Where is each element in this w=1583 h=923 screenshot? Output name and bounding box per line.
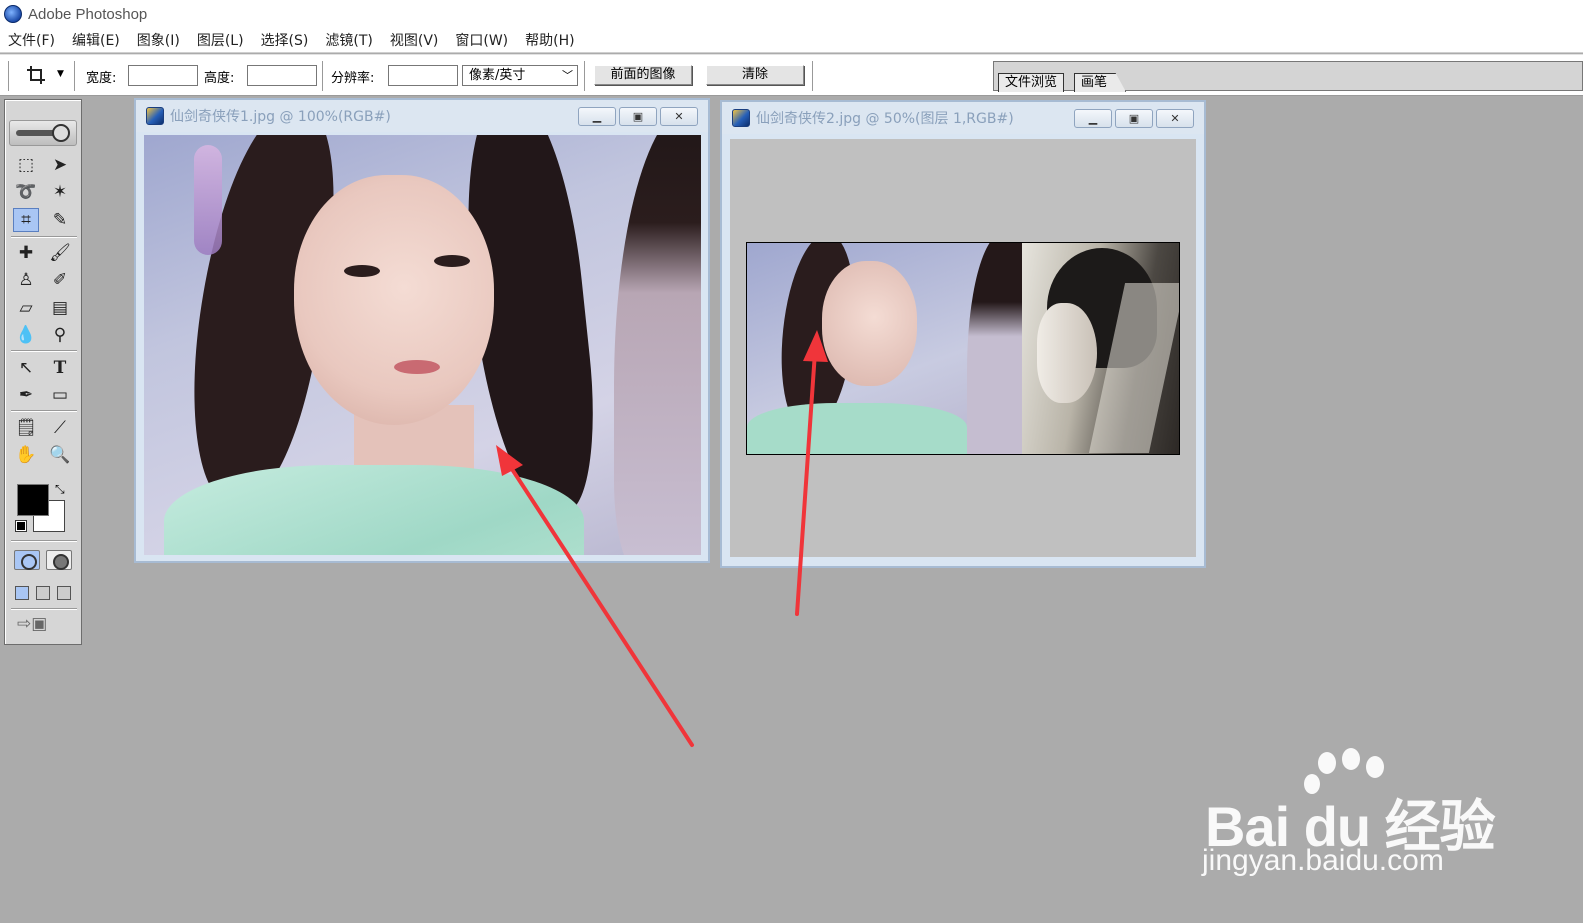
resolution-unit-value: 像素/英寸 bbox=[469, 68, 526, 83]
shape-icon[interactable]: ▭ bbox=[47, 383, 73, 407]
width-label: 宽度: bbox=[86, 71, 117, 86]
document-window-1[interactable]: 仙剑奇侠传1.jpg @ 100%(RGB#) ▁ ▣ ✕ bbox=[134, 98, 710, 563]
height-label: 高度: bbox=[204, 71, 235, 86]
menu-select[interactable]: 选择(S) bbox=[261, 30, 309, 50]
menu-help[interactable]: 帮助(H) bbox=[525, 30, 574, 50]
menu-filter[interactable]: 滤镜(T) bbox=[325, 30, 372, 50]
full-screen-mode-button[interactable] bbox=[57, 586, 71, 600]
options-separator bbox=[74, 61, 76, 91]
crop-tool-preset-icon[interactable] bbox=[26, 65, 46, 85]
maximize-button[interactable]: ▣ bbox=[1115, 109, 1153, 128]
clear-button[interactable]: 清除 bbox=[706, 65, 804, 85]
photoshop-app-icon bbox=[4, 5, 22, 23]
document-icon bbox=[732, 109, 750, 127]
full-screen-menu-mode-button[interactable] bbox=[36, 586, 50, 600]
close-button[interactable]: ✕ bbox=[660, 107, 698, 126]
baidu-jingyan-watermark: Bai du 经验 jingyan.baidu.com bbox=[1200, 748, 1496, 887]
standard-mode-button[interactable] bbox=[14, 550, 40, 570]
tab-brushes[interactable]: 画笔 bbox=[1074, 73, 1127, 92]
palette-well: 文件浏览 画笔 bbox=[993, 61, 1583, 92]
pen-icon[interactable]: ✒ bbox=[13, 383, 39, 407]
toolbox-divider bbox=[11, 608, 77, 610]
options-separator bbox=[584, 61, 586, 91]
history-brush-icon[interactable]: ✐ bbox=[47, 268, 73, 292]
standard-screen-mode-button[interactable] bbox=[15, 586, 29, 600]
menu-edit[interactable]: 编辑(E) bbox=[72, 30, 120, 50]
width-input[interactable] bbox=[128, 65, 198, 86]
type-icon[interactable]: T bbox=[47, 356, 73, 380]
dodge-icon[interactable]: ⚲ bbox=[47, 323, 73, 347]
document-image-1[interactable] bbox=[144, 135, 701, 555]
title-bar: Adobe Photoshop bbox=[0, 0, 1583, 28]
eraser-icon[interactable]: ▱ bbox=[13, 296, 39, 320]
menu-bar: 文件(F) 编辑(E) 图象(I) 图层(L) 选择(S) 滤镜(T) 视图(V… bbox=[0, 28, 1583, 53]
adobe-online-button[interactable] bbox=[9, 120, 77, 146]
gradient-icon[interactable]: ▤ bbox=[47, 296, 73, 320]
minimize-button[interactable]: ▁ bbox=[578, 107, 616, 126]
menu-window[interactable]: 窗口(W) bbox=[455, 30, 508, 50]
document-title: 仙剑奇侠传2.jpg @ 50%(图层 1,RGB#) bbox=[756, 111, 1014, 127]
minimize-button[interactable]: ▁ bbox=[1074, 109, 1112, 128]
document-window-2[interactable]: 仙剑奇侠传2.jpg @ 50%(图层 1,RGB#) ▁ ▣ ✕ bbox=[720, 100, 1206, 568]
quick-mask-button[interactable] bbox=[46, 550, 72, 570]
window-controls: ▁ ▣ ✕ bbox=[578, 107, 698, 126]
toolbox: ⬚ ➤ ➰ ✶ ⌗ ✎ ✚ 🖌 ♙ ✐ ▱ ▤ 💧 ⚲ ↖ T ✒ ▭ 🗒 ⟋ … bbox=[4, 99, 82, 645]
path-selection-icon[interactable]: ↖ bbox=[13, 356, 39, 380]
clone-stamp-icon[interactable]: ♙ bbox=[13, 268, 39, 292]
healing-brush-icon[interactable]: ✚ bbox=[13, 241, 39, 265]
magic-wand-icon[interactable]: ✶ bbox=[47, 180, 73, 204]
resolution-unit-select[interactable]: 像素/英寸 ﹀ bbox=[462, 65, 578, 86]
zoom-icon[interactable]: 🔍 bbox=[47, 443, 73, 467]
tool-preset-dropdown-icon[interactable]: ▼ bbox=[57, 69, 64, 79]
swap-colors-icon[interactable]: ⤡ bbox=[55, 482, 65, 497]
height-input[interactable] bbox=[247, 65, 317, 86]
jump-to-imageready-button[interactable]: ⇨▣ bbox=[17, 614, 71, 636]
lasso-icon[interactable]: ➰ bbox=[13, 180, 39, 204]
options-separator bbox=[812, 61, 814, 91]
menu-view[interactable]: 视图(V) bbox=[390, 30, 439, 50]
hand-icon[interactable]: ✋ bbox=[13, 443, 39, 467]
front-image-button[interactable]: 前面的图像 bbox=[594, 65, 692, 85]
brush-icon[interactable]: 🖌 bbox=[47, 241, 73, 265]
document-icon bbox=[146, 107, 164, 125]
blur-icon[interactable]: 💧 bbox=[13, 323, 39, 347]
resolution-label: 分辨率: bbox=[331, 71, 375, 86]
paw-logo-icon bbox=[1318, 752, 1336, 774]
close-button[interactable]: ✕ bbox=[1156, 109, 1194, 128]
resolution-input[interactable] bbox=[388, 65, 458, 86]
slice-icon[interactable]: ✎ bbox=[47, 208, 73, 232]
eyedropper-icon[interactable]: ⟋ bbox=[47, 416, 73, 440]
toolbox-divider bbox=[11, 410, 77, 412]
watermark-domain: jingyan.baidu.com bbox=[1202, 844, 1444, 877]
toolbox-divider bbox=[11, 540, 77, 542]
menu-image[interactable]: 图象(I) bbox=[137, 30, 180, 50]
maximize-button[interactable]: ▣ bbox=[619, 107, 657, 126]
options-bar-grip[interactable] bbox=[8, 61, 12, 91]
foreground-color-swatch[interactable] bbox=[17, 484, 49, 516]
document-image-2[interactable] bbox=[746, 242, 1180, 455]
notes-icon[interactable]: 🗒 bbox=[13, 416, 39, 440]
options-separator bbox=[322, 61, 324, 91]
window-controls: ▁ ▣ ✕ bbox=[1074, 109, 1194, 128]
crop-icon[interactable]: ⌗ bbox=[13, 208, 39, 232]
chevron-down-icon: ﹀ bbox=[562, 69, 573, 82]
tab-file-browser[interactable]: 文件浏览 bbox=[998, 73, 1065, 92]
menu-file[interactable]: 文件(F) bbox=[8, 30, 55, 50]
toolbox-divider bbox=[11, 236, 77, 238]
move-icon[interactable]: ➤ bbox=[47, 153, 73, 177]
toolbox-divider bbox=[11, 350, 77, 352]
default-colors-icon[interactable] bbox=[15, 520, 27, 532]
menu-layer[interactable]: 图层(L) bbox=[197, 30, 244, 50]
marquee-icon[interactable]: ⬚ bbox=[13, 153, 39, 177]
options-bar: ▼ 宽度: 高度: 分辨率: 像素/英寸 ﹀ 前面的图像 清除 文件浏览 画笔 bbox=[0, 54, 1583, 96]
document-title: 仙剑奇侠传1.jpg @ 100%(RGB#) bbox=[170, 109, 391, 125]
document-canvas-2[interactable] bbox=[730, 139, 1196, 557]
app-title: Adobe Photoshop bbox=[28, 5, 148, 23]
eye-icon bbox=[52, 124, 70, 142]
